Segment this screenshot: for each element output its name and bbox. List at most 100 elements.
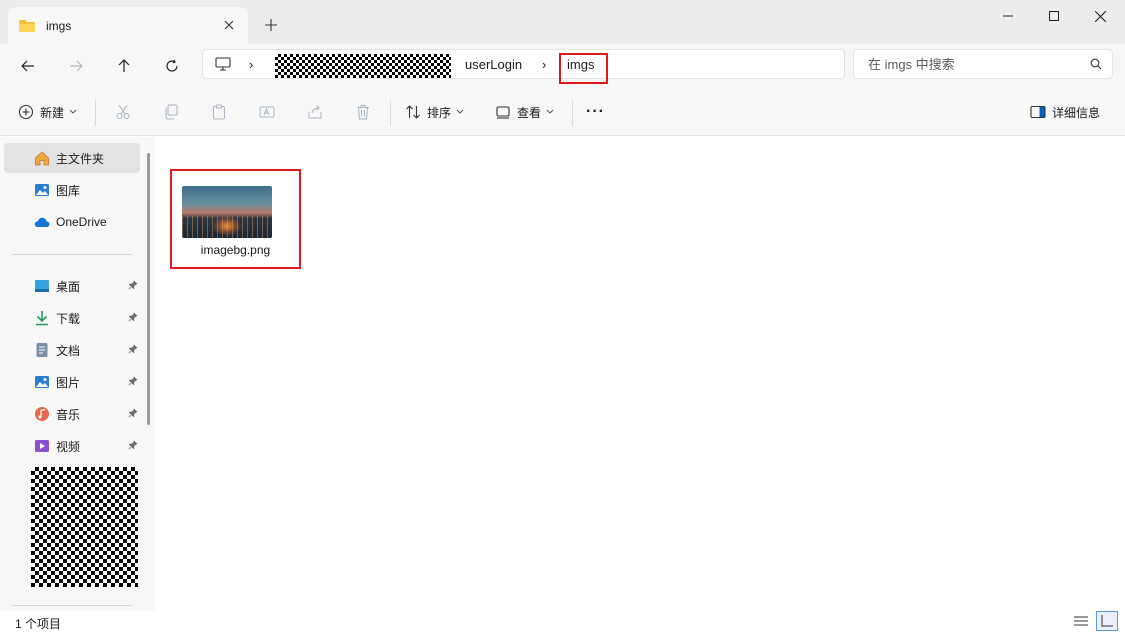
pin-icon[interactable] [128,440,138,450]
monitor-icon [215,57,231,71]
close-icon [1094,10,1106,22]
minimize-button[interactable] [985,0,1031,32]
pin-icon[interactable] [128,408,138,418]
sort-button-label: 排序 [427,105,452,120]
sidebar-item-videos[interactable]: 视频 [4,431,140,461]
music-icon [35,407,49,421]
new-button[interactable]: 新建 [18,98,77,126]
refresh-icon [166,59,178,72]
sort-icon [406,105,420,119]
download-icon [36,311,48,326]
sidebar-item-label: 视频 [56,439,81,454]
up-button[interactable] [108,50,140,82]
pin-icon[interactable] [128,376,138,386]
close-button[interactable] [1077,0,1123,32]
cloud-icon [34,217,50,227]
search-input[interactable] [854,50,1084,78]
copy-button[interactable] [155,98,187,126]
plus-circle-icon [18,104,34,120]
sidebar-scrollbar[interactable] [147,153,150,425]
pin-icon[interactable] [128,280,138,290]
rename-button[interactable] [251,98,283,126]
chevron-down-icon [456,109,464,114]
command-bar: 新建 排序 查看 ··· 详细信息 [0,88,1125,136]
sidebar-item-home[interactable]: 主文件夹 [4,143,140,173]
sidebar-item-label: OneDrive [56,215,107,229]
toolbar-divider [390,100,391,126]
view-button[interactable]: 查看 [495,98,554,126]
back-button[interactable] [12,50,44,82]
sidebar-item-gallery[interactable]: 图库 [4,175,140,205]
new-button-label: 新建 [40,105,65,120]
sidebar-item-label: 桌面 [56,279,81,294]
clipboard-icon [213,104,225,120]
sidebar-item-music[interactable]: 音乐 [4,399,140,429]
maximize-button[interactable] [1031,0,1077,32]
share-icon [308,105,322,119]
folder-icon [19,19,35,32]
file-name: imagebg.png [200,243,271,257]
pin-icon[interactable] [128,312,138,322]
breadcrumb-separator[interactable]: › [542,50,546,78]
breadcrumb-userlogin[interactable]: userLogin [465,50,522,78]
sidebar-item-label: 图库 [56,183,81,198]
more-options-button[interactable]: ··· [586,98,605,126]
sidebar-divider [12,254,132,255]
sidebar-item-desktop[interactable]: 桌面 [4,271,140,301]
tab-close-button[interactable] [220,16,238,34]
search-icon [1090,58,1102,70]
sort-button[interactable]: 排序 [405,98,464,126]
file-item[interactable]: imagebg.png [170,169,301,269]
navigation-bar: › userLogin › imgs [0,44,1125,88]
copy-icon [165,104,178,120]
toolbar-divider [95,100,96,126]
image-thumbnail [182,186,272,238]
desktop-icon [35,280,49,292]
view-icon [496,106,510,119]
details-view-button[interactable] [1070,611,1092,631]
sidebar-item-label: 主文件夹 [56,151,105,166]
highlight-box [559,53,608,84]
redacted-path-segment [275,54,451,78]
trash-icon [357,105,369,120]
rename-icon [259,106,275,118]
delete-button[interactable] [347,98,379,126]
scissors-icon [116,104,130,119]
document-icon [36,343,48,357]
share-button[interactable] [299,98,331,126]
title-bar: imgs [0,0,1125,44]
sidebar-item-label: 图片 [56,375,81,390]
tab-title: imgs [46,18,72,33]
cut-button[interactable] [107,98,139,126]
arrow-left-icon [21,60,34,72]
sidebar-item-downloads[interactable]: 下载 [4,303,140,333]
details-pane-button[interactable]: 详细信息 [1030,98,1100,126]
view-button-label: 查看 [517,105,542,120]
list-view-icon [1074,616,1088,626]
paste-button[interactable] [203,98,235,126]
sidebar-item-documents[interactable]: 文档 [4,335,140,365]
sidebar-item-onedrive[interactable]: OneDrive [4,207,140,237]
sidebar-item-pictures[interactable]: 图片 [4,367,140,397]
forward-button[interactable] [60,50,92,82]
redacted-sidebar-items [31,467,138,587]
tiles-view-button[interactable] [1096,611,1118,631]
gallery-icon [35,184,49,196]
more-icon: ··· [586,103,605,120]
tab-imgs[interactable]: imgs [8,7,248,44]
video-icon [35,440,49,452]
file-list-pane: imagebg.png [160,137,1125,611]
address-bar[interactable]: › userLogin › imgs [202,49,845,84]
maximize-icon [1049,11,1059,21]
refresh-button[interactable] [156,50,188,82]
search-box[interactable] [853,49,1113,79]
chevron-down-icon [69,109,77,114]
this-pc-breadcrumb[interactable] [215,50,231,78]
details-pane-label: 详细信息 [1052,105,1101,120]
breadcrumb-separator[interactable]: › [249,50,253,78]
pin-icon[interactable] [128,344,138,354]
sidebar-item-label: 下载 [56,311,81,326]
arrow-up-icon [118,59,130,72]
new-tab-button[interactable] [260,14,282,36]
sidebar-divider [12,605,132,606]
